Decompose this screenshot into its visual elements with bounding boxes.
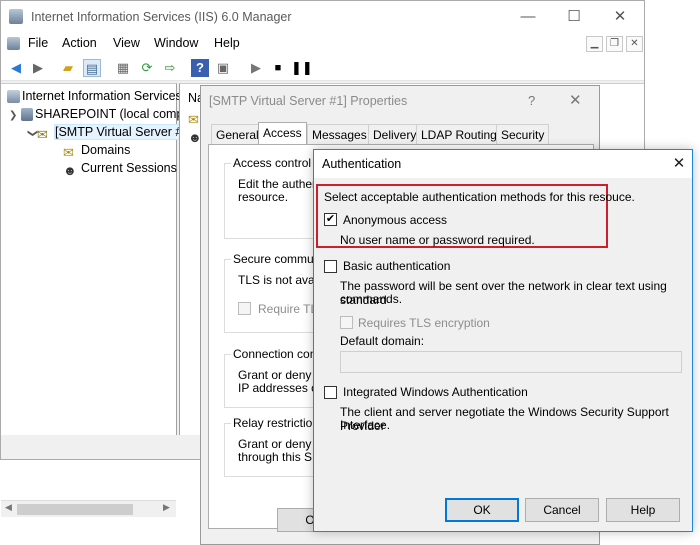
properties-icon[interactable]: ▦: [114, 59, 132, 77]
integrated-windows-auth-checkbox[interactable]: [324, 386, 337, 399]
forward-icon[interactable]: ▶: [29, 59, 47, 77]
expand-chevron-icon[interactable]: ❯: [9, 107, 19, 125]
window-title: Internet Information Services (IIS) 6.0 …: [31, 10, 292, 24]
default-domain-label: Default domain:: [340, 334, 425, 348]
help-icon[interactable]: ?: [191, 59, 209, 77]
help-button[interactable]: ?: [528, 93, 535, 108]
close-button[interactable]: ✕: [569, 91, 582, 109]
menu-help[interactable]: Help: [214, 36, 240, 50]
help-button[interactable]: Help: [606, 498, 680, 522]
menu-window[interactable]: Window: [154, 36, 198, 50]
default-domain-input[interactable]: [340, 351, 682, 373]
anonymous-access-checkbox[interactable]: ✔: [324, 213, 337, 226]
tab-delivery[interactable]: Delivery: [368, 124, 422, 144]
integrated-windows-auth-description-cont: Interface.: [340, 418, 391, 432]
requires-tls-checkbox[interactable]: [340, 316, 353, 329]
ok-button[interactable]: OK: [445, 498, 519, 522]
computer-icon: [7, 90, 20, 103]
domains-icon: ✉: [188, 112, 199, 127]
basic-authentication-checkbox[interactable]: [324, 260, 337, 273]
anonymous-access-label[interactable]: Anonymous access: [343, 213, 447, 228]
scroll-thumb[interactable]: [17, 504, 133, 515]
group-label: Access control: [231, 156, 314, 170]
mdi-close-button[interactable]: ✕: [626, 36, 643, 52]
tree-pane: Internet Information Services ❯ SHAREPOIN…: [1, 83, 209, 517]
menu-action[interactable]: Action: [62, 36, 97, 50]
integrated-windows-auth-label[interactable]: Integrated Windows Authentication: [343, 385, 528, 400]
requires-tls-label: Requires TLS encryption: [358, 316, 490, 330]
integrated-windows-auth-description: The client and server negotiate the Wind…: [340, 405, 669, 433]
menu-bar: File Action View Window Help ▁ ❐ ✕: [1, 33, 644, 55]
authentication-dialog: Authentication ✕ Select acceptable authe…: [313, 149, 693, 532]
tree-item-domains[interactable]: ✉ Domains: [63, 141, 130, 160]
pause-icon[interactable]: ❚❚: [291, 59, 313, 77]
maximize-button[interactable]: ☐: [551, 1, 597, 33]
tab-access[interactable]: Access: [258, 122, 307, 145]
tree-item-iis[interactable]: Internet Information Services: [7, 87, 182, 105]
dialog-title: [SMTP Virtual Server #1] Properties: [209, 94, 408, 108]
domains-icon: ✉: [63, 145, 74, 160]
basic-authentication-description-cont: commands.: [340, 292, 403, 306]
horizontal-scrollbar[interactable]: ◀ ▶: [1, 500, 176, 517]
show-tree-icon[interactable]: ▤: [83, 59, 101, 77]
close-button[interactable]: ✕: [668, 153, 690, 175]
menu-file[interactable]: File: [28, 36, 48, 50]
basic-authentication-label[interactable]: Basic authentication: [343, 259, 450, 274]
user-icon: ☻: [63, 163, 77, 178]
dialog-title-bar: Authentication ✕: [314, 150, 692, 178]
stop-icon[interactable]: ■: [269, 59, 287, 77]
tab-general[interactable]: General: [211, 124, 264, 144]
tab-messages[interactable]: Messages: [307, 124, 372, 144]
tab-security[interactable]: Security: [496, 124, 550, 144]
dialog-title: Authentication: [322, 157, 402, 171]
tree-item-smtp-server[interactable]: ❯✉ [SMTP Virtual Server #1]: [27, 123, 194, 142]
mdi-restore-button[interactable]: ❐: [606, 36, 623, 52]
start-icon[interactable]: ▶: [247, 59, 265, 77]
intro-text: Select acceptable authentication methods…: [324, 190, 635, 204]
minimize-button[interactable]: —: [505, 1, 551, 33]
refresh-icon[interactable]: ⟳: [138, 59, 156, 77]
close-button[interactable]: ✕: [597, 1, 643, 33]
menu-view[interactable]: View: [113, 36, 140, 50]
back-icon[interactable]: ◀: [7, 59, 25, 77]
console-view-icon[interactable]: ▣: [214, 59, 232, 77]
scroll-left-icon[interactable]: ◀: [5, 502, 12, 513]
mdi-minimize-button[interactable]: ▁: [586, 36, 603, 52]
anonymous-access-description: No user name or password required.: [340, 233, 535, 247]
server-icon: [21, 108, 33, 121]
console-icon: [7, 37, 20, 50]
require-tls-checkbox[interactable]: [238, 302, 251, 315]
up-folder-icon[interactable]: ▰: [59, 59, 77, 77]
scroll-right-icon[interactable]: ▶: [163, 502, 170, 513]
app-icon: [9, 9, 23, 24]
tab-ldap-routing[interactable]: LDAP Routing: [416, 124, 502, 144]
expanded-chevron-icon[interactable]: ❯: [23, 129, 41, 139]
tree-item-sessions[interactable]: ☻ Current Sessions: [63, 159, 177, 178]
toolbar: ◀ ▶ ▰ ▤ ▦ ⟳ ⇨ ? ▣ ▶ ■ ❚❚: [1, 55, 644, 81]
title-bar: Internet Information Services (IIS) 6.0 …: [1, 1, 644, 33]
cancel-button[interactable]: Cancel: [525, 498, 599, 522]
export-icon[interactable]: ⇨: [161, 59, 179, 77]
